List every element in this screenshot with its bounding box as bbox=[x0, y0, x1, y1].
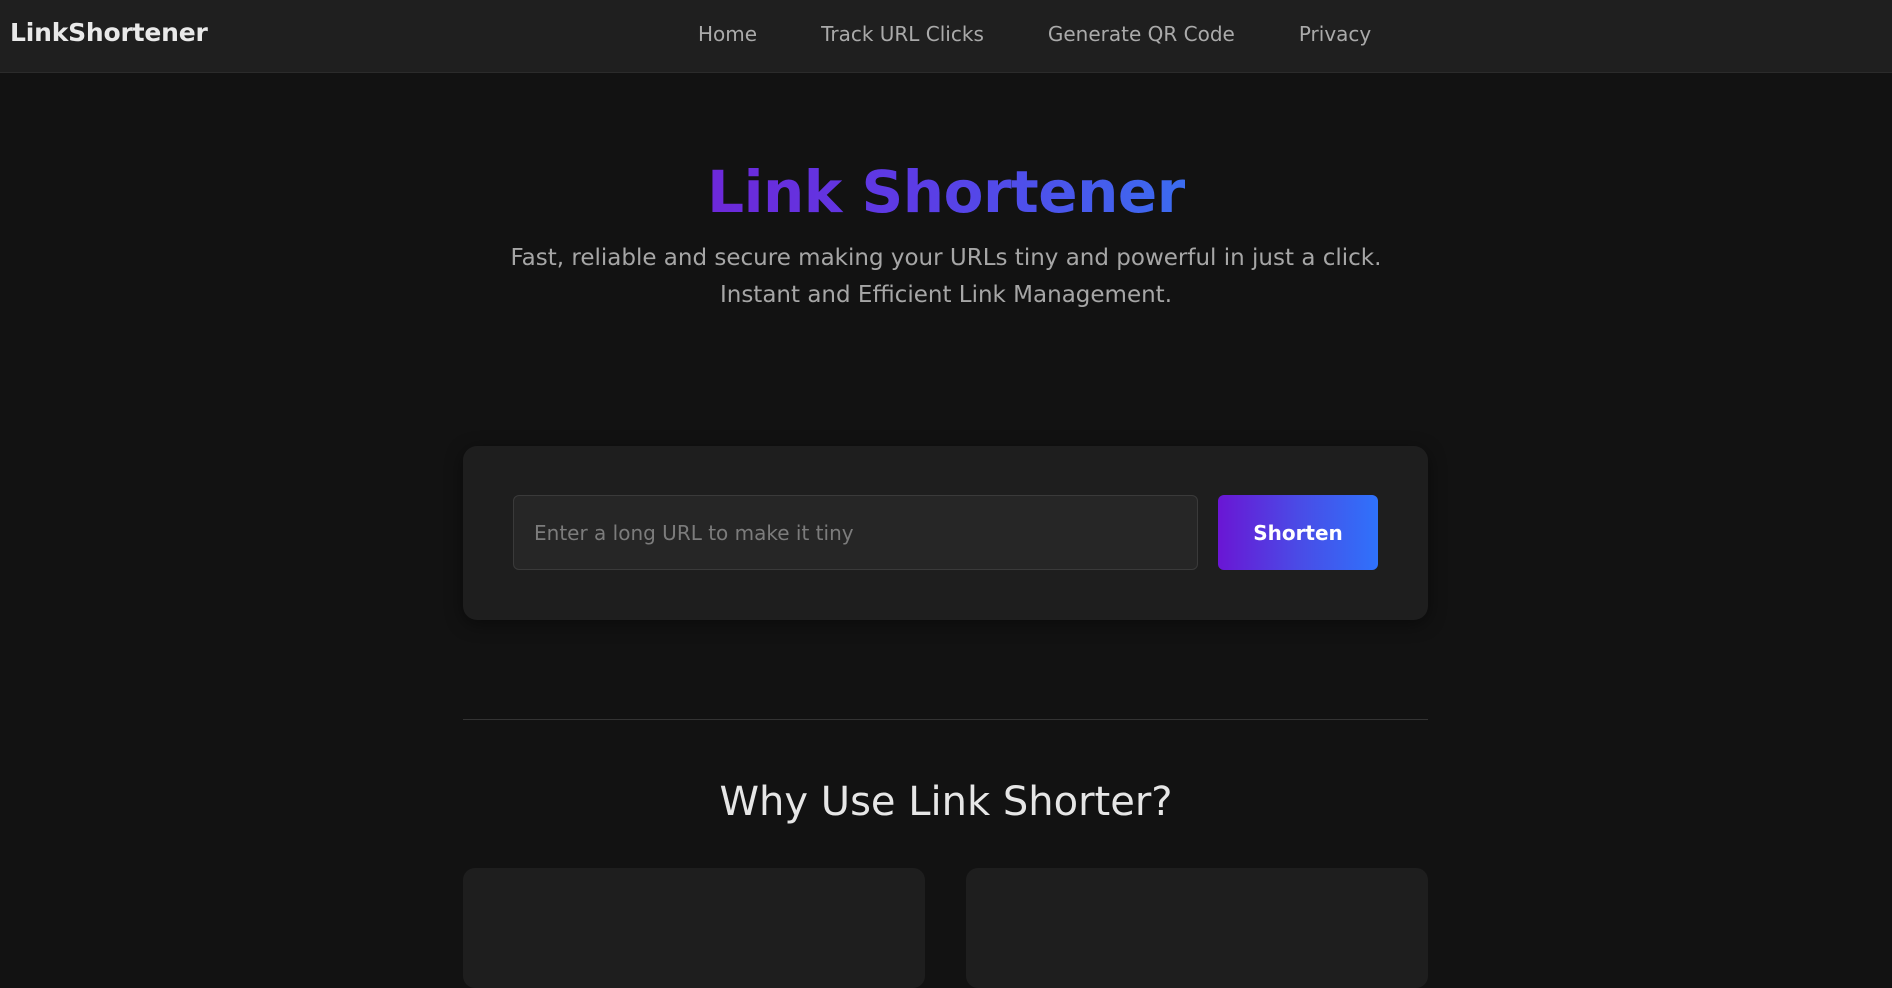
hero-title-text: Link Shortener bbox=[707, 158, 1185, 226]
shorten-button[interactable]: Shorten bbox=[1218, 495, 1378, 570]
nav-link-track-url-clicks[interactable]: Track URL Clicks bbox=[821, 22, 984, 46]
nav-links: Home Track URL Clicks Generate QR Code P… bbox=[698, 22, 1371, 46]
shorten-card: Shorten bbox=[463, 446, 1428, 620]
nav-link-generate-qr-code[interactable]: Generate QR Code bbox=[1048, 22, 1235, 46]
features-section-title: Why Use Link Shorter? bbox=[719, 779, 1173, 825]
hero-title: Link Shortener bbox=[0, 158, 1892, 226]
nav-link-privacy[interactable]: Privacy bbox=[1299, 22, 1371, 46]
hero-subtitle-line-2: Instant and Efficient Link Management. bbox=[719, 282, 1173, 308]
section-divider bbox=[463, 719, 1428, 720]
brand-logo[interactable]: LinkShortener bbox=[10, 18, 208, 47]
hero-subtitle-line-1: Fast, reliable and secure making your UR… bbox=[510, 245, 1382, 271]
nav-link-home[interactable]: Home bbox=[698, 22, 757, 46]
feature-card bbox=[463, 868, 925, 988]
feature-card bbox=[966, 868, 1428, 988]
top-navbar: LinkShortener Home Track URL Clicks Gene… bbox=[0, 0, 1892, 73]
url-input[interactable] bbox=[513, 495, 1198, 570]
